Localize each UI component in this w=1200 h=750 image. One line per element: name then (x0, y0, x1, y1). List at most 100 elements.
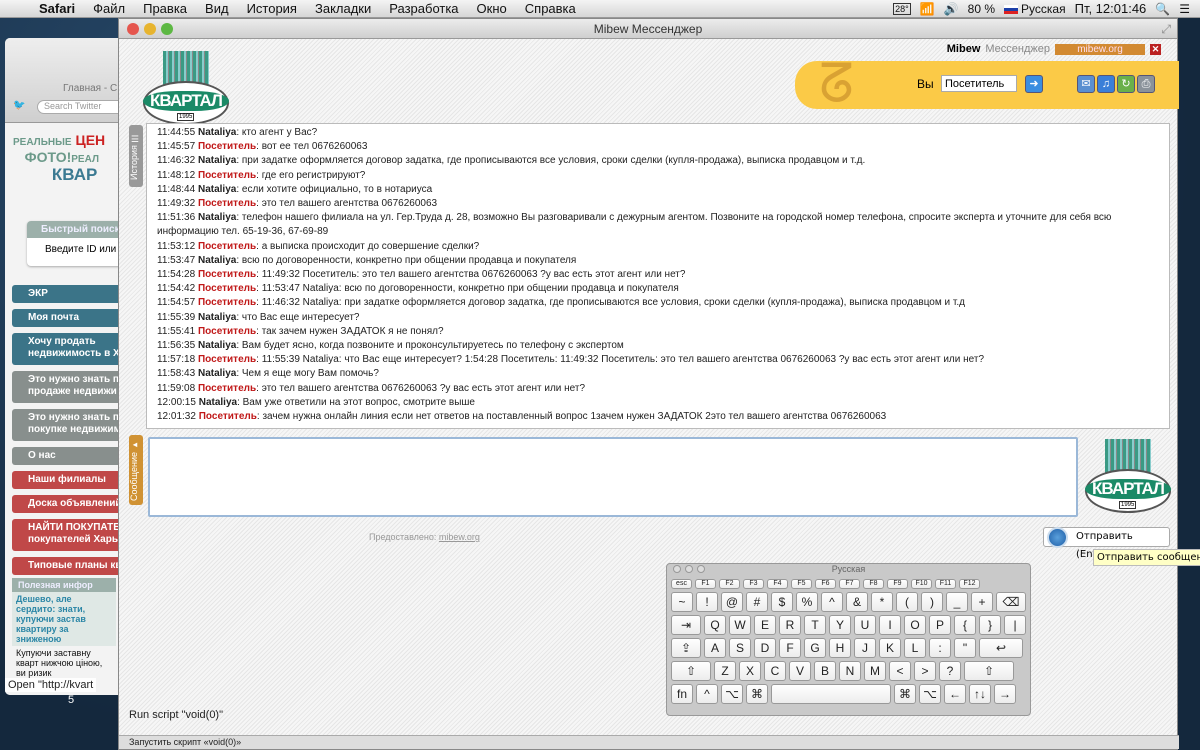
key[interactable]: F6 (815, 579, 836, 589)
key[interactable]: N (839, 661, 861, 681)
menu-item[interactable]: Разработка (380, 1, 467, 16)
key[interactable]: I (879, 615, 901, 635)
key[interactable]: ) (921, 592, 943, 612)
volume-icon[interactable]: 🔊 (944, 2, 959, 16)
key[interactable]: fn (671, 684, 693, 704)
key[interactable]: F (779, 638, 801, 658)
key[interactable]: S (729, 638, 751, 658)
menu-item[interactable]: Правка (134, 1, 196, 16)
key[interactable]: W (729, 615, 751, 635)
key[interactable]: T (804, 615, 826, 635)
refresh-icon[interactable]: ↻ (1117, 75, 1135, 93)
key[interactable]: esc (671, 579, 692, 589)
key[interactable]: } (979, 615, 1001, 635)
key[interactable]: H (829, 638, 851, 658)
key[interactable]: B (814, 661, 836, 681)
kbd-minimize-button[interactable] (685, 565, 693, 573)
menu-app[interactable]: Safari (30, 1, 84, 16)
key[interactable]: ? (939, 661, 961, 681)
key[interactable]: Y (829, 615, 851, 635)
bookmark-item[interactable]: Главная - С (63, 83, 117, 94)
menu-item[interactable]: Файл (84, 1, 134, 16)
wifi-icon[interactable]: 📶 (920, 2, 935, 16)
email-icon[interactable]: ✉ (1077, 75, 1095, 93)
key[interactable]: | (1004, 615, 1026, 635)
key[interactable] (771, 684, 891, 704)
key[interactable]: ← (944, 684, 966, 704)
key[interactable]: X (739, 661, 761, 681)
clock[interactable]: Пт, 12:01:46 (1075, 1, 1147, 16)
key[interactable]: O (904, 615, 926, 635)
close-window-button[interactable] (127, 23, 139, 35)
key[interactable]: > (914, 661, 936, 681)
key[interactable]: M (864, 661, 886, 681)
name-input[interactable] (941, 75, 1017, 92)
key[interactable]: D (754, 638, 776, 658)
key[interactable]: F3 (743, 579, 764, 589)
key[interactable]: A (704, 638, 726, 658)
key[interactable]: F10 (911, 579, 932, 589)
key[interactable]: % (796, 592, 818, 612)
key[interactable]: ⌥ (721, 684, 743, 704)
key[interactable]: Z (714, 661, 736, 681)
menu-item[interactable]: Справка (516, 1, 585, 16)
key[interactable]: F12 (959, 579, 980, 589)
message-input[interactable] (148, 437, 1078, 517)
key[interactable]: → (994, 684, 1016, 704)
zoom-button[interactable] (161, 23, 173, 35)
key[interactable]: G (804, 638, 826, 658)
key[interactable]: U (854, 615, 876, 635)
menu-item[interactable]: Окно (468, 1, 516, 16)
key[interactable]: ⇪ (671, 638, 701, 658)
key[interactable]: ~ (671, 592, 693, 612)
key[interactable]: * (871, 592, 893, 612)
key[interactable]: ⌘ (894, 684, 916, 704)
close-chat-icon[interactable]: ✕ (1150, 43, 1161, 55)
key[interactable]: V (789, 661, 811, 681)
battery-status[interactable]: 80 % (968, 2, 995, 16)
key[interactable]: ( (896, 592, 918, 612)
minimize-button[interactable] (144, 23, 156, 35)
key[interactable]: $ (771, 592, 793, 612)
key[interactable]: { (954, 615, 976, 635)
key[interactable]: ^ (696, 684, 718, 704)
key[interactable]: Q (704, 615, 726, 635)
kbd-zoom-button[interactable] (697, 565, 705, 573)
key[interactable]: F9 (887, 579, 908, 589)
key[interactable]: _ (946, 592, 968, 612)
mibew-link[interactable]: mibew.org (1055, 43, 1145, 55)
print-icon[interactable]: ⎙ (1137, 75, 1155, 93)
key[interactable]: @ (721, 592, 743, 612)
key[interactable]: J (854, 638, 876, 658)
key[interactable]: " (954, 638, 976, 658)
key[interactable]: ⌥ (919, 684, 941, 704)
input-source[interactable]: Русская (1004, 2, 1066, 16)
menu-item[interactable]: Вид (196, 1, 238, 16)
sound-icon[interactable]: ♫ (1097, 75, 1115, 93)
key[interactable]: ⌘ (746, 684, 768, 704)
key[interactable]: ↩ (979, 638, 1023, 658)
weather-icon[interactable]: 28° (893, 2, 911, 15)
tab-message[interactable]: Сообщение ▸ (129, 435, 143, 505)
key[interactable]: K (879, 638, 901, 658)
key[interactable]: ^ (821, 592, 843, 612)
key[interactable]: : (929, 638, 951, 658)
key[interactable]: < (889, 661, 911, 681)
key[interactable]: L (904, 638, 926, 658)
key[interactable]: ! (696, 592, 718, 612)
key[interactable]: C (764, 661, 786, 681)
spotlight-icon[interactable]: 🔍 (1155, 2, 1170, 16)
key[interactable]: # (746, 592, 768, 612)
send-button[interactable]: Отправить (Enter) (1043, 527, 1170, 560)
menu-item[interactable]: История (238, 1, 306, 16)
article-link[interactable]: Дешево, але сердито: знати, купуючи заст… (12, 592, 116, 646)
key[interactable]: F4 (767, 579, 788, 589)
chat-log[interactable]: 11:44:55 Nataliya: кто агент у Вас? 11:45… (146, 123, 1170, 429)
key[interactable]: F8 (863, 579, 884, 589)
key[interactable]: & (846, 592, 868, 612)
fullscreen-icon[interactable]: ⤢ (1161, 19, 1171, 39)
kbd-close-button[interactable] (673, 565, 681, 573)
key[interactable]: F5 (791, 579, 812, 589)
key[interactable]: ⇥ (671, 615, 701, 635)
menu-item[interactable]: Закладки (306, 1, 380, 16)
